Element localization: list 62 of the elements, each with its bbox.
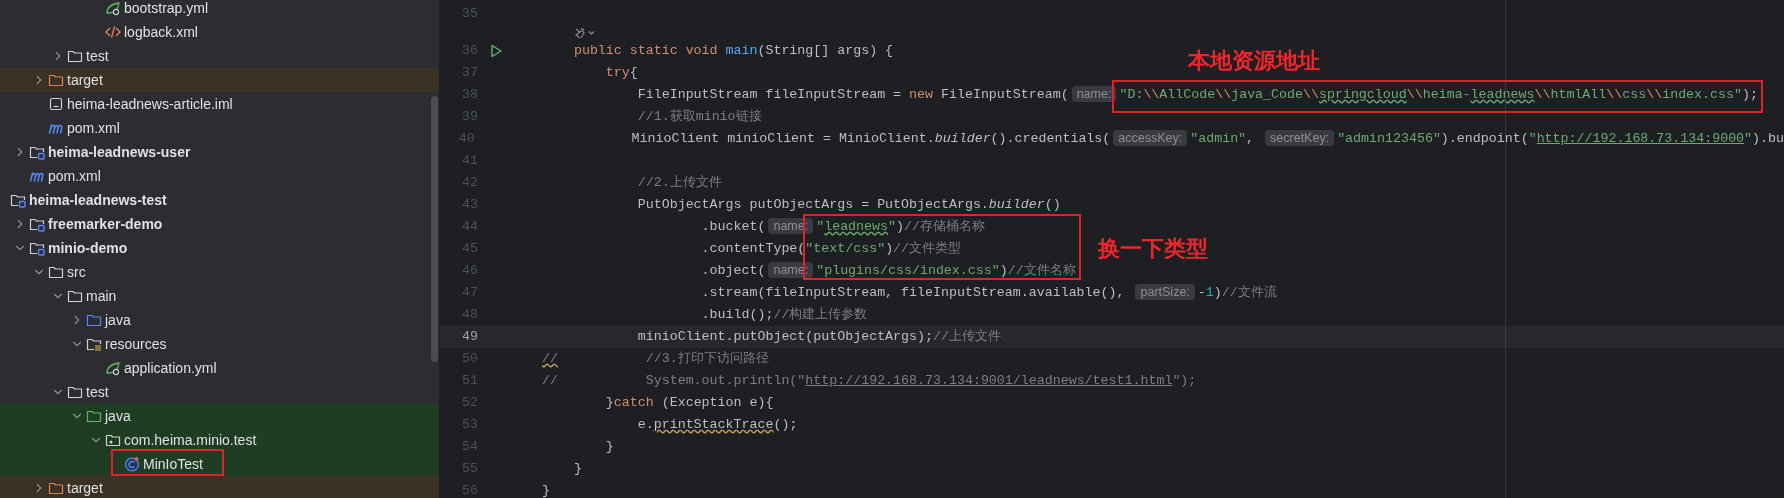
tree-item[interactable]: target	[67, 477, 103, 498]
code-line: minioClient.putObject(putObjectArgs);//上传文件	[636, 328, 1001, 347]
file-icon	[48, 96, 64, 112]
folder-icon	[67, 384, 83, 400]
tree-item[interactable]: logback.xml	[124, 21, 198, 43]
folder-icon	[48, 72, 64, 88]
tree-item[interactable]: resources	[105, 333, 167, 355]
code-line: public static void main(String[] args) {	[572, 42, 894, 61]
code-line: }	[604, 438, 614, 457]
module-folder-icon	[29, 216, 45, 232]
module-folder-icon	[10, 192, 26, 208]
class-icon	[124, 456, 140, 472]
tree-item[interactable]: minio-demo	[48, 237, 128, 259]
tree-item[interactable]: java	[105, 309, 131, 331]
hint-menu-icon[interactable]	[574, 26, 596, 39]
tree-item[interactable]: application.yml	[124, 357, 217, 379]
tree-item[interactable]: heima-leadnews-user	[48, 141, 191, 163]
resources-folder-icon	[86, 336, 102, 352]
run-icon[interactable]	[489, 44, 503, 58]
folder-icon	[48, 264, 64, 280]
code-line: // System.out.println("http://192.168.73.134:9001/leadnews/test1.html");	[542, 372, 1197, 391]
code-line: MinioClient minioClient = MinioClient.builder().credentials( accessKey: "admin", secretKey: "admin123456").endpoint("http://192.168.73.134:9000").bu	[630, 129, 1784, 149]
code-line: .contentType("text/css")//文件类型	[700, 240, 962, 259]
tree-item[interactable]: freemarker-demo	[48, 213, 163, 235]
tree-item[interactable]: src	[67, 261, 86, 283]
folder-icon	[67, 288, 83, 304]
line-number: 49	[461, 328, 478, 347]
tree-item[interactable]: pom.xml	[67, 117, 120, 139]
tree-item[interactable]: test	[86, 45, 109, 67]
code-line: try{	[604, 64, 638, 83]
code-line: }catch (Exception e){	[604, 394, 774, 413]
code-line: // //3.打印下访问路径	[542, 350, 769, 369]
folder-icon	[48, 480, 64, 496]
tree-item[interactable]: target	[67, 69, 103, 91]
code-line: .stream(fileInputStream, fileInputStream.available(), partSize: -1)//文件流	[700, 283, 1277, 303]
module-folder-icon	[29, 240, 45, 256]
tree-item[interactable]: bootstrap.yml	[124, 0, 209, 19]
code-line: }	[572, 460, 582, 479]
code-line: PutObjectArgs putObjectArgs = PutObjectArgs.builder()	[636, 196, 1061, 215]
tree-item[interactable]: java	[105, 405, 131, 427]
tree-item[interactable]: pom.xml	[48, 165, 101, 187]
tree-item[interactable]: test	[86, 381, 109, 403]
folder-icon	[67, 48, 83, 64]
annotation-label: 本地资源地址	[1188, 47, 1320, 75]
annotation-label: 换一下类型	[1098, 235, 1208, 263]
code-line: //1.获取minio链接	[636, 108, 762, 127]
scrollbar-thumb[interactable]	[431, 96, 438, 362]
leaf-icon	[105, 360, 121, 376]
package-folder-icon	[105, 432, 121, 448]
code-tag-icon	[105, 24, 121, 40]
tree-item[interactable]: heima-leadnews-article.iml	[67, 93, 233, 115]
code-line: .build();//构建上传参数	[700, 306, 868, 325]
folder-icon	[86, 312, 102, 328]
code-line: FileInputStream fileInputStream = new FileInputStream( name: "D:\\AllCode\\java_Code\\springcloud\\heima-leadnews\\htmlAll\\css\\index.css");	[636, 85, 1758, 105]
tree-item[interactable]: MinIoTest	[143, 453, 203, 475]
module-folder-icon	[29, 144, 45, 160]
code-line: e.printStackTrace();	[636, 416, 798, 435]
tree-item[interactable]: main	[86, 285, 117, 307]
code-line: //2.上传文件	[636, 174, 722, 193]
code-line: }	[542, 482, 550, 498]
tree-item[interactable]: heima-leadnews-test	[29, 189, 167, 211]
folder-icon	[86, 408, 102, 424]
